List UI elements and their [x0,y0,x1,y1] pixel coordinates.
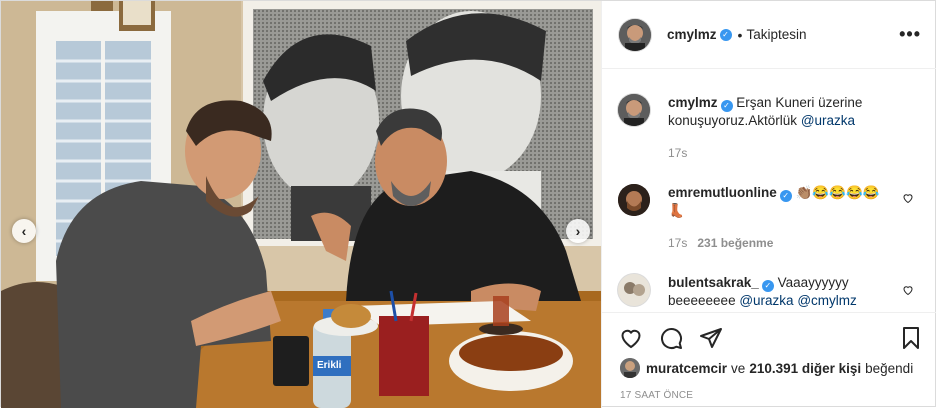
comment-avatar-image [618,274,650,306]
instagram-post: Erikli ‹ › cmylmz ✓ • Takiptesin ••• cmy… [0,0,936,408]
liker-avatar-image [620,358,640,378]
comment-text: 👏🏽😂😂😂😂 [795,185,880,200]
comment-item: emremutluonline ✓ 👏🏽😂😂😂😂 👢 17s 231 beğenme [618,162,922,252]
comment-username[interactable]: cmylmz [668,95,718,110]
verified-badge-icon: ✓ [779,190,792,202]
like-heart-icon[interactable] [619,326,643,350]
bottle-label: Erikli [317,360,342,371]
caption-comment: cmylmz ✓ Erşan Kuneri üzerine konuşuyoruz… [618,69,922,162]
liked-by-summary: muratcemcir ve 210.391 diğer kişi beğend… [620,358,917,378]
mention-link[interactable]: @urazka [739,293,793,308]
comment-avatar[interactable] [618,184,650,216]
comment-likes[interactable]: 231 beğenme [697,236,773,250]
likes-count[interactable]: 210.391 diğer kişi [749,361,861,376]
chevron-right-icon: › [575,223,581,239]
save-bookmark-icon[interactable] [899,326,923,350]
comment-item: bulentsakrak_ ✓ Vaaayyyyyy beeeeeeee @ura… [618,252,922,310]
more-options-icon[interactable]: ••• [899,25,921,43]
next-image-button[interactable]: › [566,219,590,243]
mention-link[interactable]: @urazka [801,113,855,128]
likes-connector: ve [731,360,746,376]
comment-username[interactable]: bulentsakrak_ [668,275,759,290]
post-sidebar: cmylmz ✓ • Takiptesin ••• cmylmz ✓ Erşan… [601,1,936,408]
post-actions [602,312,936,360]
comment-meta: 17s 231 beğenme [668,234,886,252]
comment-username[interactable]: emremutluonline [668,185,777,200]
comments-list: cmylmz ✓ Erşan Kuneri üzerine konuşuyoruz… [602,69,936,312]
boot-emoji-icon: 👢 [668,203,685,218]
chevron-left-icon: ‹ [21,223,27,239]
post-photo[interactable]: Erikli ‹ › [1,1,601,408]
mention-link[interactable]: @cmylmz [797,293,856,308]
comment-avatar-image [618,184,650,216]
comment-meta: 17s [668,144,886,162]
like-comment-heart-icon[interactable] [902,192,914,204]
comment-avatar[interactable] [618,274,650,306]
comment-time[interactable]: 17s [668,236,687,250]
separator: • [737,26,743,43]
previous-image-button[interactable]: ‹ [12,219,36,243]
comment-time[interactable]: 17s [668,146,687,160]
author-avatar-image [619,18,651,51]
liker-avatar[interactable] [620,358,640,378]
share-paper-plane-icon[interactable] [699,326,723,350]
caption-avatar-image [618,94,650,126]
comment-body: emremutluonline ✓ 👏🏽😂😂😂😂 👢 17s 231 beğenme [668,184,886,252]
author-username[interactable]: cmylmz [667,27,717,42]
author-avatar[interactable] [619,18,651,51]
verified-badge-icon: ✓ [761,280,774,292]
verified-badge-icon: ✓ [720,100,733,112]
caption-body: cmylmz ✓ Erşan Kuneri üzerine konuşuyoruz… [668,94,886,162]
post-timestamp[interactable]: 17 SAAT ÖNCE [620,390,693,401]
like-comment-heart-icon[interactable] [902,284,914,296]
liker-username[interactable]: muratcemcir [646,361,727,376]
verified-badge-icon: ✓ [719,28,732,41]
follow-status[interactable]: Takiptesin [746,27,806,42]
comment-bubble-icon[interactable] [659,326,683,350]
photo-illustration [1,1,601,408]
caption-avatar[interactable] [618,94,650,126]
likes-suffix: beğendi [865,360,914,376]
post-header: cmylmz ✓ • Takiptesin ••• [602,1,936,69]
comment-body: bulentsakrak_ ✓ Vaaayyyyyy beeeeeeee @ura… [668,274,886,310]
